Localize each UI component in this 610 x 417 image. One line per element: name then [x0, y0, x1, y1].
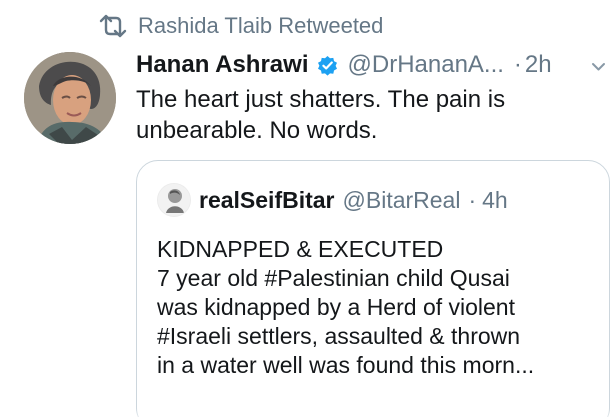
author-name[interactable]: Hanan Ashrawi — [136, 50, 309, 80]
quoted-tweet-card[interactable]: realSeifBitar @BitarReal · 4h KIDNAPPED … — [136, 160, 610, 417]
quoted-tweet-header: realSeifBitar @BitarReal · 4h — [157, 183, 508, 217]
author-handle[interactable]: @DrHananA... — [348, 50, 504, 80]
retweet-label: Rashida Tlaib Retweeted — [138, 13, 384, 38]
tweet-header: Hanan Ashrawi @DrHananA... · 2h — [136, 48, 605, 82]
quoted-author-name[interactable]: realSeifBitar — [199, 187, 335, 214]
quoted-text-line: #Israeli settlers, assaulted & thrown — [157, 323, 521, 349]
quoted-text-line: was kidnapped by a Herd of violent — [157, 294, 515, 320]
quoted-profile-photo[interactable] — [157, 183, 191, 217]
quoted-author-handle[interactable]: @BitarReal — [343, 187, 461, 214]
tweet-screenshot: Rashida Tlaib Retweeted Hanan Ashrawi @D… — [0, 0, 610, 417]
profile-photo[interactable] — [24, 52, 116, 144]
quoted-text-line: 7 year old #Palestinian child Qusai — [157, 265, 510, 291]
retweet-context[interactable]: Rashida Tlaib Retweeted — [96, 10, 383, 42]
verified-badge-icon — [317, 55, 338, 76]
quoted-text-line: in a water well was found this morn... — [157, 352, 535, 378]
tweet-text: The heart just shatters. The pain is unb… — [136, 86, 506, 144]
quoted-text-line: KIDNAPPED & EXECUTED — [157, 236, 444, 262]
quoted-tweet-text: KIDNAPPED & EXECUTED 7 year old #Palesti… — [157, 235, 597, 380]
tweet-time[interactable]: 2h — [525, 50, 552, 80]
chevron-down-icon[interactable] — [590, 58, 607, 75]
retweet-icon — [96, 14, 130, 38]
bottom-fade — [0, 409, 610, 417]
time-separator: · — [513, 51, 522, 78]
quoted-time-separator: · — [468, 186, 477, 213]
quoted-tweet-time[interactable]: 4h — [482, 187, 508, 214]
